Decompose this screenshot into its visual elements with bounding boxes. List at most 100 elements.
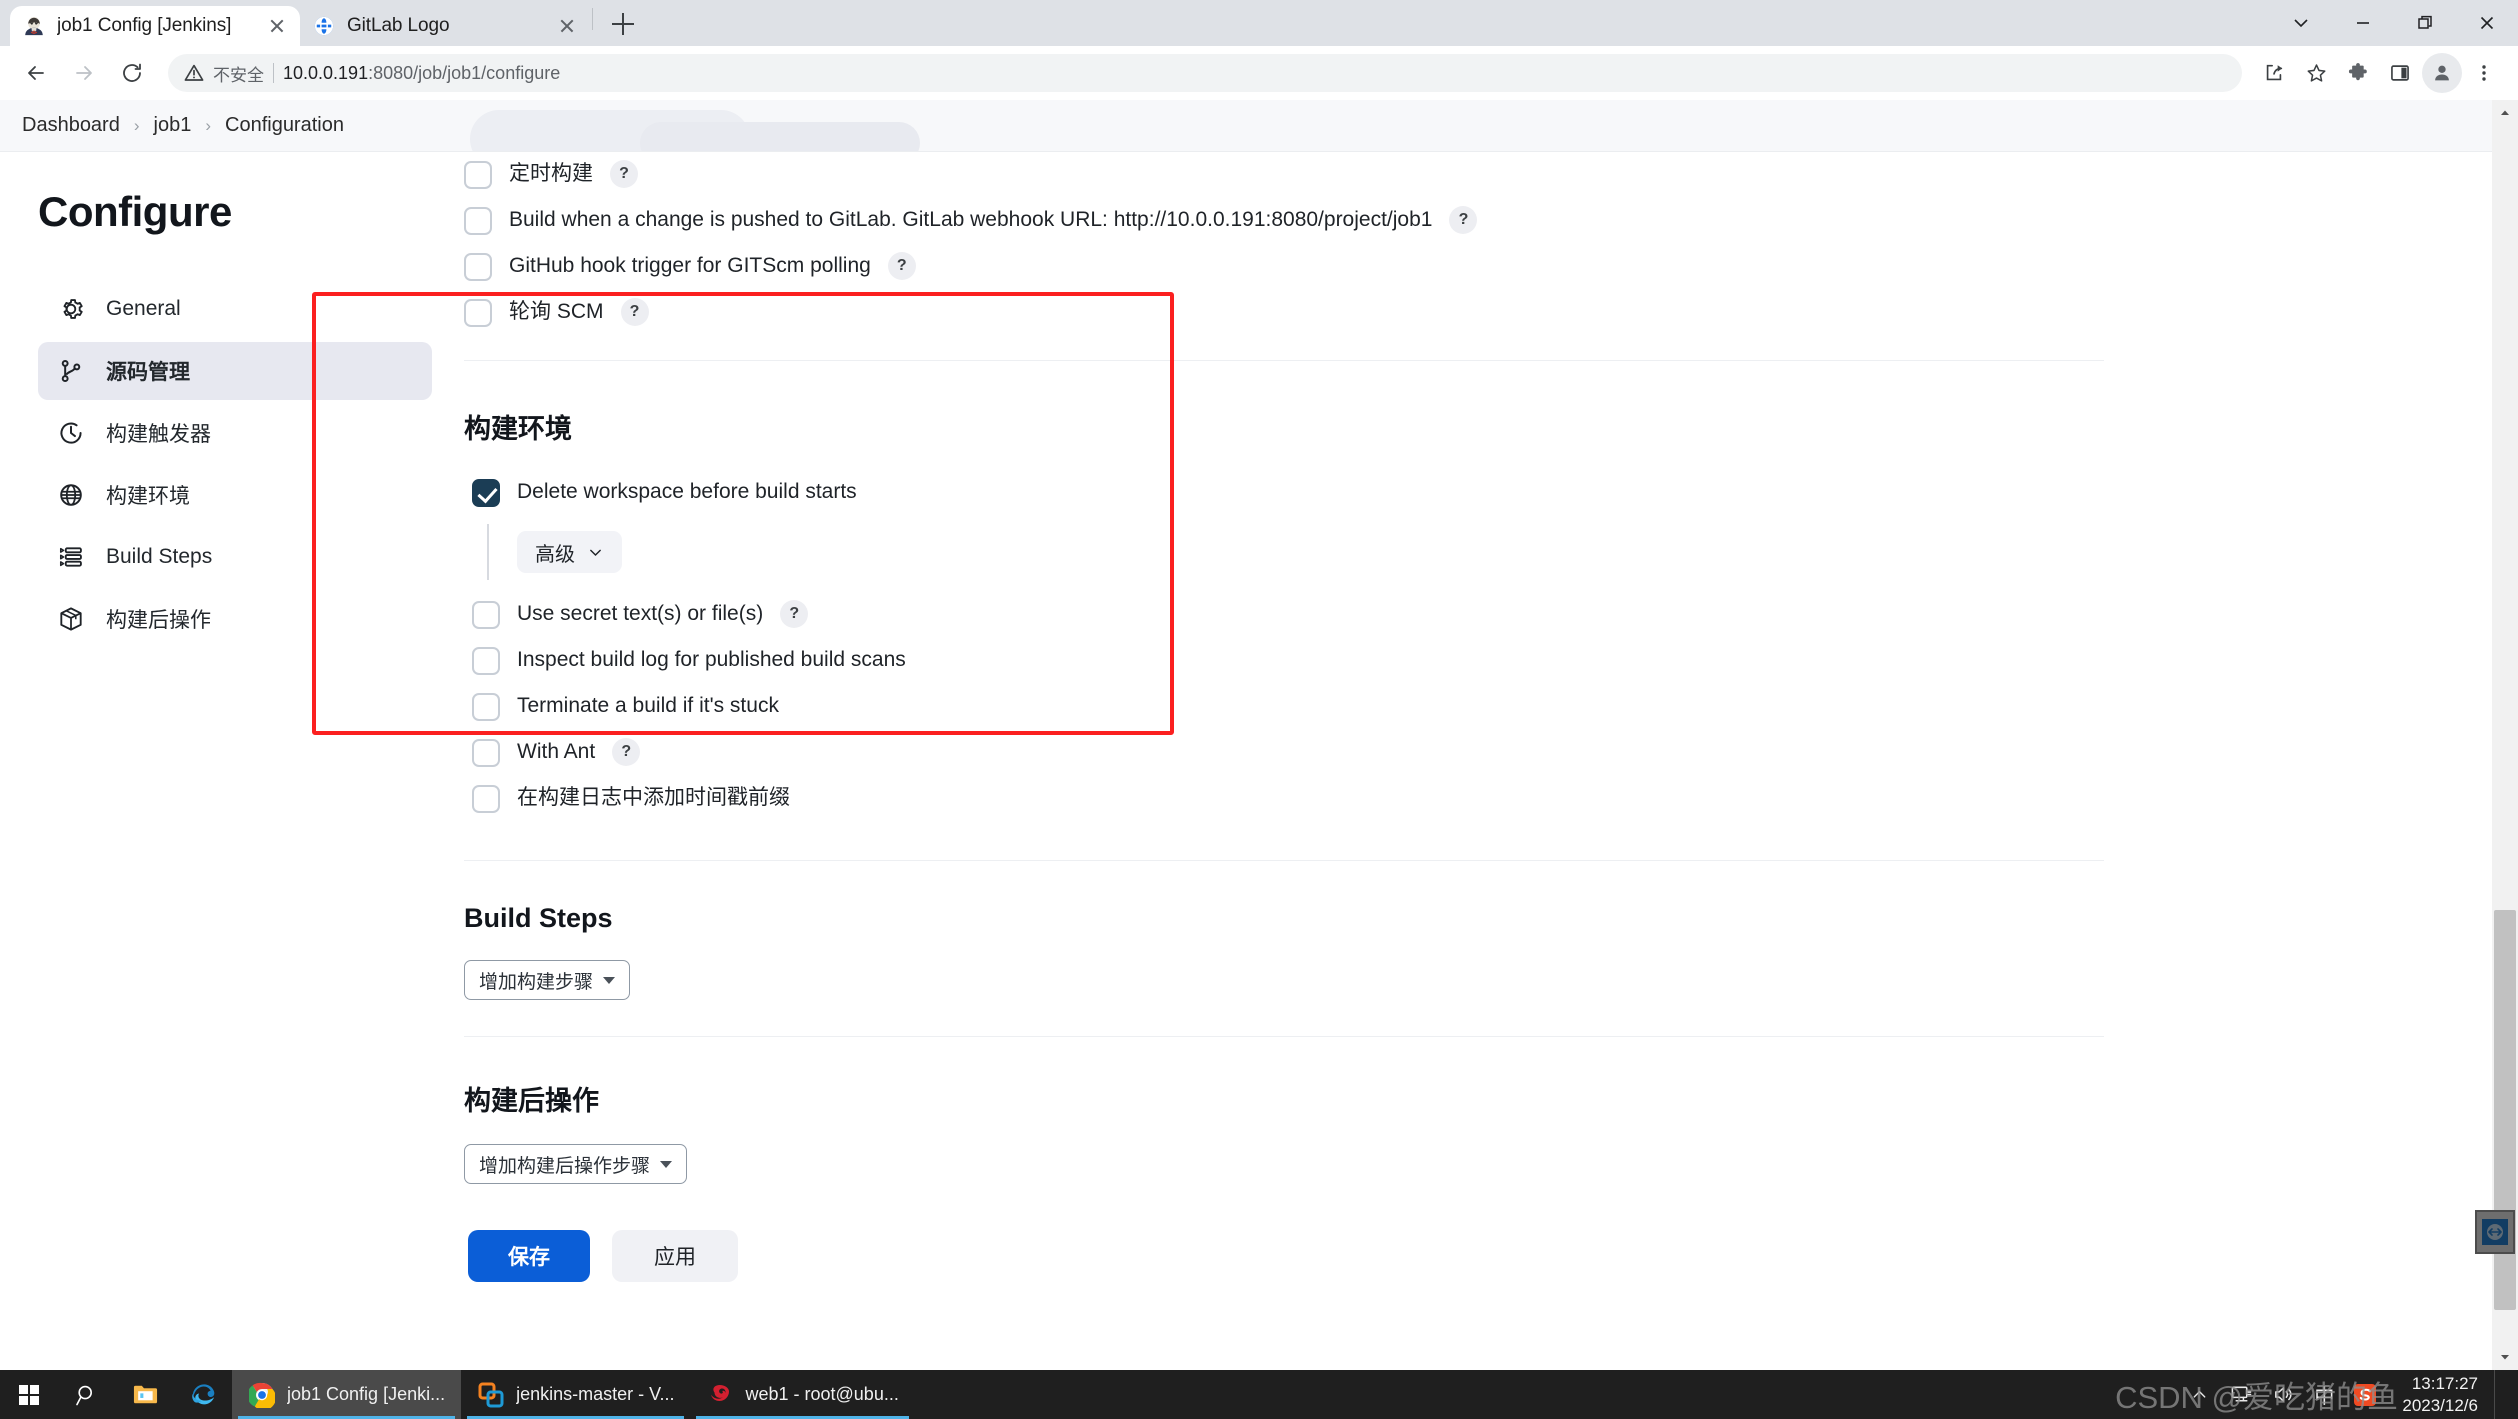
taskbar-app-vmware[interactable]: jenkins-master - V... — [461, 1370, 690, 1419]
chevron-up-icon[interactable] — [2178, 1370, 2220, 1419]
tab-close-icon[interactable] — [266, 15, 288, 37]
sidebar-item-build-triggers[interactable]: 构建触发器 — [38, 404, 432, 462]
sogou-icon[interactable] — [2344, 1370, 2386, 1419]
sidebar-item-post-build-actions[interactable]: 构建后操作 — [38, 590, 432, 648]
breadcrumb: Dashboard › job1 › Configuration — [0, 100, 2518, 152]
checkbox-scheduled-build[interactable] — [464, 161, 492, 189]
checkbox-row-terminate-stuck-build: Terminate a build if it's stuck — [472, 686, 2110, 732]
reload-button[interactable] — [110, 51, 154, 95]
checkbox-row-use-secret-text: Use secret text(s) or file(s) ? — [472, 594, 2110, 640]
start-windows-icon[interactable] — [0, 1370, 58, 1419]
checkbox-poll-scm[interactable] — [464, 299, 492, 327]
close-icon[interactable] — [2456, 0, 2518, 46]
taskbar-clock[interactable]: 13:17:27 2023/12/6 — [2386, 1373, 2494, 1416]
page-title: Configure — [38, 188, 232, 235]
url-host: 10.0.0.191 — [283, 62, 369, 83]
sidebar-nav: General 源码管理 构建触发器 构建环境 Build Steps 构建后操… — [38, 280, 432, 648]
help-icon[interactable]: ? — [887, 252, 916, 280]
minimize-icon[interactable] — [2332, 0, 2394, 46]
browser-tab-gitlab[interactable]: GitLab Logo — [300, 6, 590, 46]
side-panel-icon[interactable] — [2380, 53, 2420, 93]
tab-search-chevron-down-icon[interactable] — [2270, 0, 2332, 46]
breadcrumb-item-configuration[interactable]: Configuration — [225, 114, 344, 137]
search-icon[interactable] — [58, 1370, 116, 1419]
share-icon[interactable] — [2254, 53, 2294, 93]
checkbox-use-secret-text[interactable] — [472, 601, 500, 629]
checkbox-row-delete-workspace: Delete workspace before build starts — [472, 472, 2110, 518]
breadcrumb-item-dashboard[interactable]: Dashboard — [22, 114, 120, 137]
gear-icon — [56, 294, 86, 324]
scroll-down-arrow-icon[interactable] — [2492, 1344, 2518, 1370]
checkbox-terminate-stuck-build[interactable] — [472, 693, 500, 721]
help-icon[interactable]: ? — [610, 160, 638, 188]
volume-icon[interactable] — [2262, 1370, 2304, 1419]
back-button[interactable] — [14, 51, 58, 95]
add-build-step-button[interactable]: 增加构建步骤 — [464, 960, 631, 1000]
xshell-icon — [706, 1381, 734, 1409]
security-status-label: 不安全 — [213, 65, 264, 85]
add-post-build-step-button[interactable]: 增加构建后操作步骤 — [464, 1144, 688, 1184]
window-controls — [2270, 0, 2518, 46]
scroll-up-arrow-icon[interactable] — [2492, 100, 2518, 126]
chevron-down-icon — [590, 549, 601, 556]
sidebar-item-source-code-management[interactable]: 源码管理 — [38, 342, 432, 400]
tab-close-icon[interactable] — [556, 15, 578, 37]
taskbar-app-label: web1 - root@ubu... — [745, 1384, 899, 1404]
extensions-puzzle-icon[interactable] — [2338, 53, 2378, 93]
taskbar-app-xshell[interactable]: web1 - root@ubu... — [690, 1370, 914, 1419]
build-environment-options: Delete workspace before build starts 高级 — [464, 472, 2110, 824]
build-steps-section: Build Steps 增加构建步骤 — [464, 903, 2110, 1000]
bookmark-star-icon[interactable] — [2296, 53, 2336, 93]
horizontal-arrows-icon — [2482, 1219, 2508, 1245]
breadcrumb-separator: › — [133, 115, 140, 135]
browser-tab-jenkins[interactable]: job1 Config [Jenkins] — [10, 6, 300, 46]
address-bar[interactable]: 不安全 10.0.0.191:8080/job/job1/configure — [168, 54, 2242, 92]
clock-date: 2023/12/6 — [2402, 1395, 2478, 1415]
sidebar-item-build-environment[interactable]: 构建环境 — [38, 466, 432, 524]
breadcrumb-item-job1[interactable]: job1 — [154, 114, 192, 137]
checkbox-inspect-build-log[interactable] — [472, 647, 500, 675]
jenkins-icon — [22, 14, 46, 38]
page-body: Configure General 源码管理 构建触发器 构建环境 Build … — [0, 152, 2518, 1370]
apply-button[interactable]: 应用 — [612, 1230, 738, 1282]
checkbox-with-ant[interactable] — [472, 739, 500, 767]
help-icon[interactable]: ? — [612, 738, 641, 766]
checkbox-delete-workspace[interactable] — [472, 479, 500, 507]
taskbar-tray: 中 13:17:27 2023/12/6 — [2178, 1370, 2518, 1419]
show-desktop-button[interactable] — [2494, 1370, 2508, 1419]
advanced-button-label: 高级 — [535, 543, 575, 566]
build-triggers-group: 定时构建 ? Build when a change is pushed to … — [464, 154, 2110, 338]
chrome-icon — [248, 1381, 276, 1409]
checkbox-timestamp-prefix[interactable] — [472, 785, 500, 813]
network-icon[interactable] — [2220, 1370, 2262, 1419]
page-scrollbar[interactable] — [2475, 100, 2518, 1370]
help-icon[interactable]: ? — [780, 600, 809, 628]
build-steps-title: Build Steps — [464, 903, 613, 933]
chrome-menu-icon[interactable] — [2464, 53, 2504, 93]
profile-avatar-icon[interactable] — [2422, 53, 2462, 93]
save-button[interactable]: 保存 — [468, 1230, 590, 1282]
configure-main: 定时构建 ? Build when a change is pushed to … — [312, 152, 2518, 1370]
taskbar-app-chrome[interactable]: job1 Config [Jenki... — [232, 1370, 462, 1419]
breadcrumb-overlay-pill-inner — [640, 122, 920, 151]
gitlab-globe-icon — [312, 14, 336, 38]
checkbox-gitlab-webhook[interactable] — [464, 207, 492, 235]
ime-indicator[interactable]: 中 — [2304, 1380, 2344, 1409]
caret-down-icon — [603, 976, 616, 984]
sidebar-item-general[interactable]: General — [38, 280, 432, 338]
advanced-dropdown-button[interactable]: 高级 — [517, 531, 622, 573]
checkbox-github-hook[interactable] — [464, 253, 492, 281]
edge-browser-icon[interactable] — [174, 1370, 232, 1419]
checkbox-row-poll-scm: 轮询 SCM ? — [464, 292, 2110, 338]
forward-button[interactable] — [62, 51, 106, 95]
sidebar-item-build-steps[interactable]: Build Steps — [38, 528, 432, 586]
help-icon[interactable]: ? — [620, 298, 649, 326]
restore-icon[interactable] — [2394, 0, 2456, 46]
omnibox-divider — [273, 63, 274, 83]
taskbar-app-label: jenkins-master - V... — [516, 1384, 675, 1404]
tab-divider — [592, 8, 593, 30]
help-icon[interactable]: ? — [1449, 206, 1478, 234]
resize-handle-widget[interactable] — [2475, 1210, 2515, 1254]
file-explorer-icon[interactable] — [116, 1370, 174, 1419]
new-tab-button[interactable] — [603, 4, 643, 44]
